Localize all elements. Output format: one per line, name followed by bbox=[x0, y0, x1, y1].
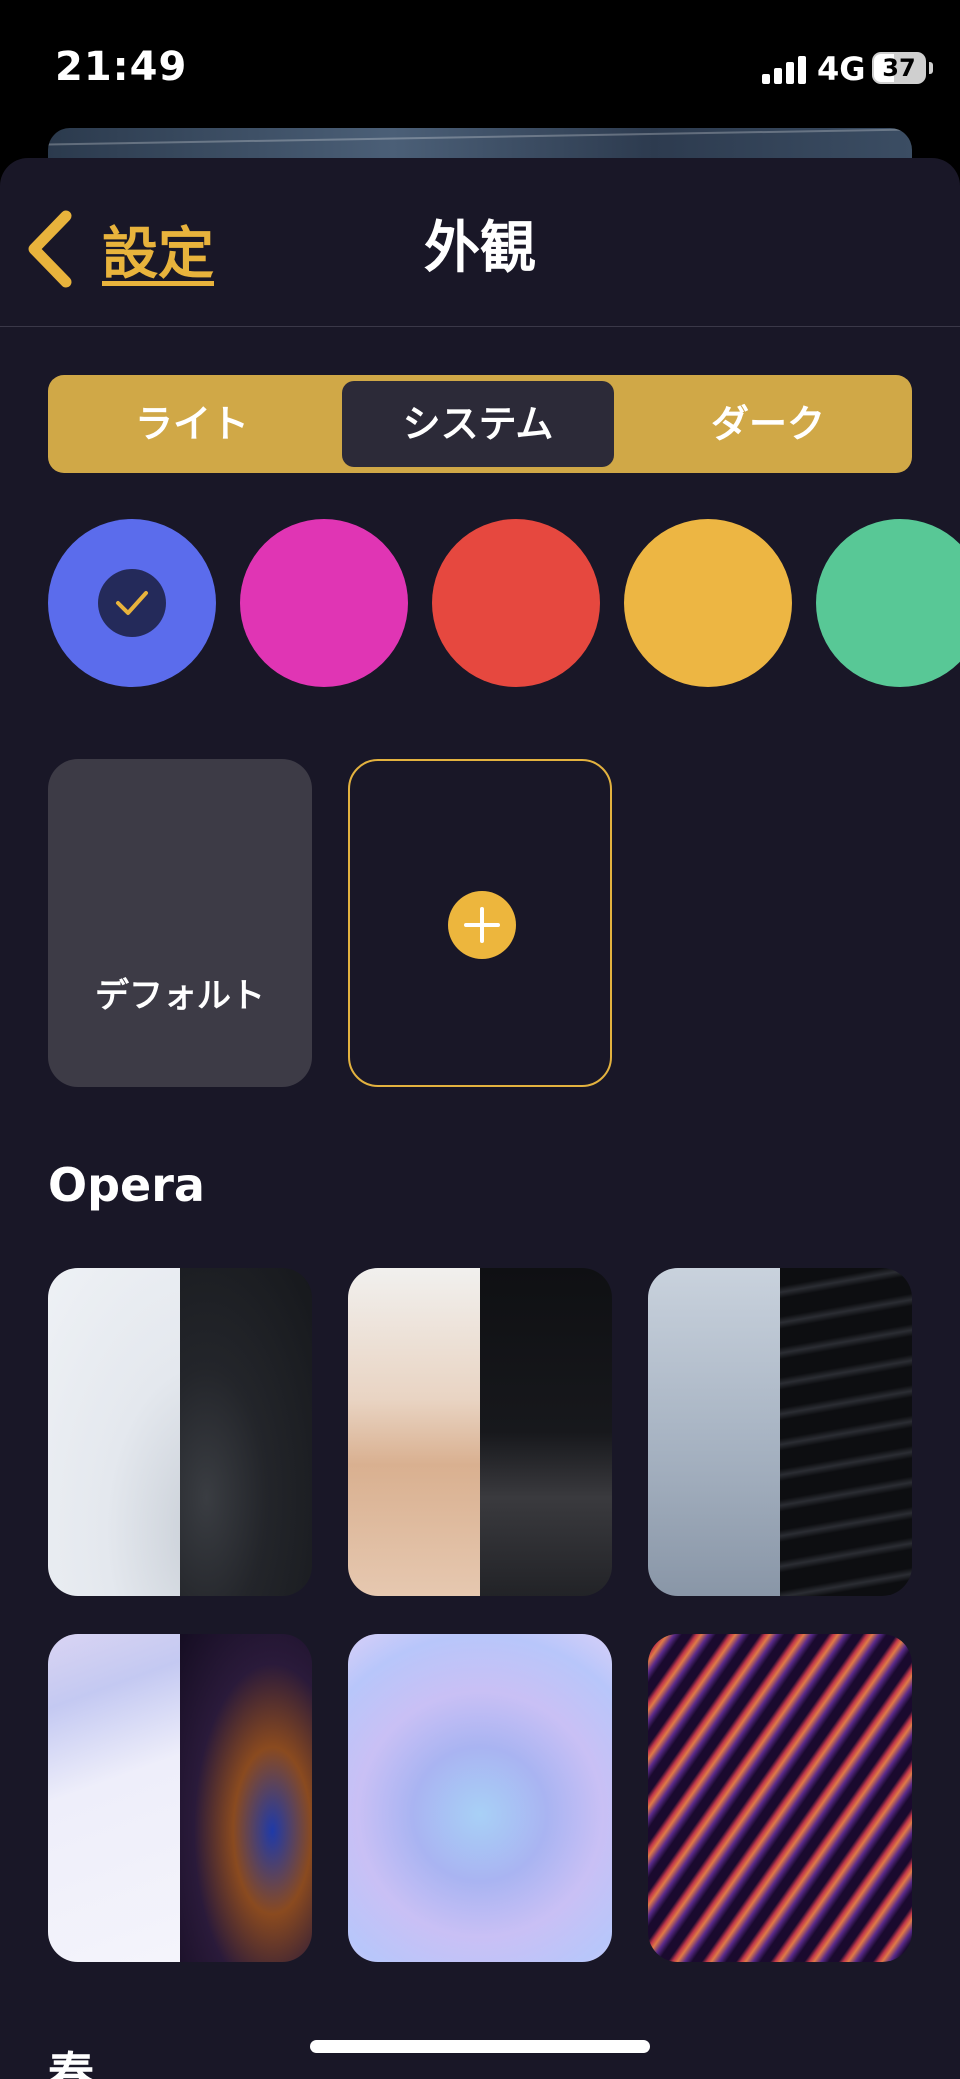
theme-segmented-control: ライト システム ダーク bbox=[48, 375, 912, 473]
plus-icon bbox=[448, 891, 516, 959]
selected-check bbox=[98, 569, 166, 637]
signal-icon bbox=[762, 56, 806, 84]
wallpaper-opera-2[interactable] bbox=[348, 1268, 612, 1596]
status-bar: 21:49 4G 37 bbox=[0, 0, 960, 130]
appearance-sheet: 設定 外観 ライト システム ダーク デフォルト Opera 春 bbox=[0, 158, 960, 2079]
accent-swatch-blue[interactable] bbox=[48, 519, 216, 687]
accent-swatch-green[interactable] bbox=[816, 519, 960, 687]
wallpaper-opera-5[interactable] bbox=[348, 1634, 612, 1962]
battery-icon: 37 bbox=[872, 52, 926, 84]
page-title: 外観 bbox=[424, 216, 536, 281]
wallpaper-opera-4[interactable] bbox=[48, 1634, 312, 1962]
default-label: デフォルト bbox=[95, 976, 265, 1016]
battery-level: 37 bbox=[882, 54, 916, 82]
background-default-card[interactable]: デフォルト bbox=[48, 759, 312, 1087]
section-title-spring: 春 bbox=[48, 2047, 94, 2079]
segment-system[interactable]: システム bbox=[342, 381, 614, 467]
accent-swatch-pink[interactable] bbox=[240, 519, 408, 687]
section-title-opera: Opera bbox=[48, 1158, 205, 1212]
status-time: 21:49 bbox=[55, 44, 188, 90]
network-type: 4G bbox=[817, 50, 866, 88]
add-background-card[interactable] bbox=[348, 759, 612, 1087]
accent-swatch-yellow[interactable] bbox=[624, 519, 792, 687]
nav-bar: 設定 外観 bbox=[0, 158, 960, 327]
checkmark-icon bbox=[116, 591, 148, 615]
wallpaper-opera-6[interactable] bbox=[648, 1634, 912, 1962]
battery-tip bbox=[929, 62, 933, 74]
segment-dark[interactable]: ダーク bbox=[624, 375, 912, 473]
accent-swatch-red[interactable] bbox=[432, 519, 600, 687]
wallpaper-opera-3[interactable] bbox=[648, 1268, 912, 1596]
home-indicator[interactable] bbox=[310, 2040, 650, 2053]
segment-light[interactable]: ライト bbox=[48, 375, 336, 473]
wallpaper-opera-1[interactable] bbox=[48, 1268, 312, 1596]
